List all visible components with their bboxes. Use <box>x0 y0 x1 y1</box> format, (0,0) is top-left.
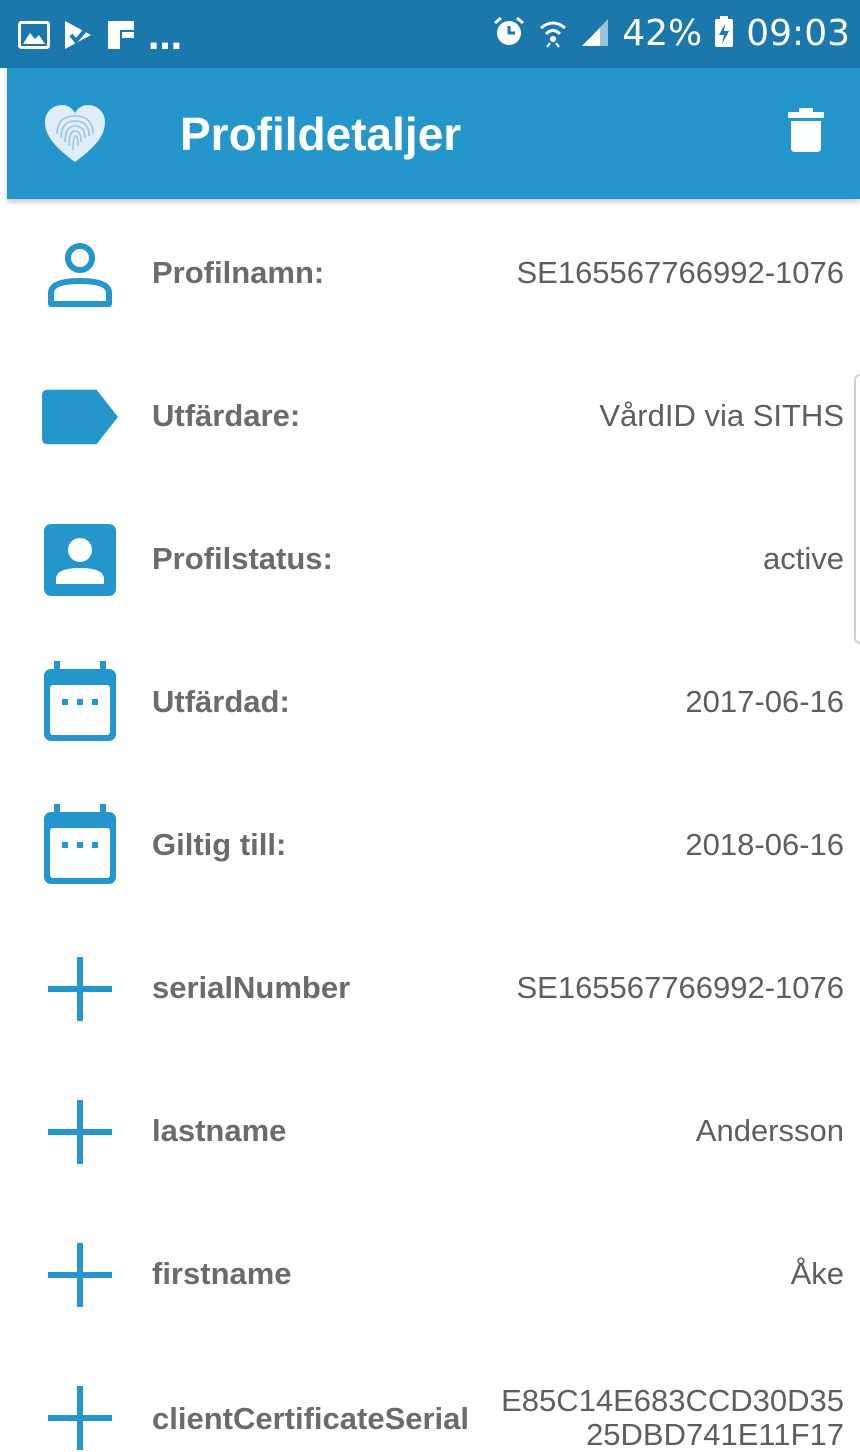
detail-row-profile-name: Profilnamn: SE165567766992-1076 <box>0 200 860 343</box>
app-bar: Profildetaljer <box>7 68 860 199</box>
detail-label: firstname <box>152 1256 292 1291</box>
fingerprint-heart-icon <box>43 104 107 169</box>
notification-area: … <box>18 20 182 55</box>
detail-label: Utfärdare: <box>152 398 301 433</box>
clock: 09:03 <box>746 13 850 54</box>
app-icon <box>108 21 134 54</box>
detail-value: 2017-06-16 <box>685 684 844 719</box>
alarm-icon <box>492 15 526 54</box>
detail-row-client-certificate-serial: clientCertificateSerial E85C14E683CCD30D… <box>0 1344 860 1452</box>
detail-label: serialNumber <box>152 970 351 1005</box>
detail-row-valid-until: Giltig till: 2018-06-16 <box>0 772 860 915</box>
image-icon <box>18 21 50 54</box>
detail-row-firstname: firstname Åke <box>0 1201 860 1344</box>
plus-icon <box>42 1094 118 1170</box>
label-tag-icon <box>42 379 118 455</box>
page-title: Profildetaljer <box>180 108 462 160</box>
detail-label: Giltig till: <box>152 827 287 862</box>
plus-icon <box>42 1237 118 1313</box>
scroll-indicator[interactable] <box>854 374 860 644</box>
notification-overflow: … <box>148 17 182 58</box>
detail-label: lastname <box>152 1113 287 1148</box>
detail-value: active <box>763 541 844 576</box>
detail-value: Åke <box>790 1256 844 1291</box>
system-status: 42% 09:03 <box>492 12 850 56</box>
calendar-icon <box>42 661 118 741</box>
calendar-icon <box>42 804 118 884</box>
account-box-icon <box>42 522 118 598</box>
battery-icon <box>714 15 734 53</box>
plus-icon <box>42 951 118 1027</box>
detail-row-issued: Utfärdad: 2017-06-16 <box>0 629 860 772</box>
detail-value: SE165567766992-1076 <box>516 970 844 1005</box>
detail-row-profile-status: Profilstatus: active <box>0 486 860 629</box>
delete-icon <box>788 107 824 157</box>
detail-label: Profilstatus: <box>152 541 333 576</box>
detail-row-issuer: Utfärdare: VårdID via SITHS <box>0 343 860 486</box>
screen: … 42% 09:03 Profildetaljer Profilnamn: S… <box>0 0 860 1452</box>
detail-value: VårdID via SITHS <box>599 398 844 433</box>
detail-value: 2018-06-16 <box>685 827 844 862</box>
check-icon <box>64 20 94 55</box>
plus-icon <box>42 1380 118 1452</box>
wifi-icon <box>538 16 568 53</box>
person-outline-icon <box>42 236 118 312</box>
detail-label: Utfärdad: <box>152 684 290 719</box>
delete-profile-button[interactable] <box>776 102 836 162</box>
detail-row-serial-number: serialNumber SE165567766992-1076 <box>0 915 860 1058</box>
detail-value-line: 25DBD741E11F17 <box>586 1417 844 1452</box>
detail-value: E85C14E683CCD30D35 25DBD741E11F17 <box>501 1384 844 1452</box>
detail-value: Andersson <box>695 1113 844 1148</box>
detail-label: clientCertificateSerial <box>152 1401 470 1436</box>
status-bar: … 42% 09:03 <box>0 0 860 68</box>
battery-percent: 42% <box>622 13 703 54</box>
signal-icon <box>580 17 610 52</box>
detail-value: SE165567766992-1076 <box>516 255 844 290</box>
detail-row-lastname: lastname Andersson <box>0 1058 860 1201</box>
detail-label: Profilnamn: <box>152 255 325 290</box>
detail-value-line: E85C14E683CCD30D35 <box>501 1383 844 1418</box>
